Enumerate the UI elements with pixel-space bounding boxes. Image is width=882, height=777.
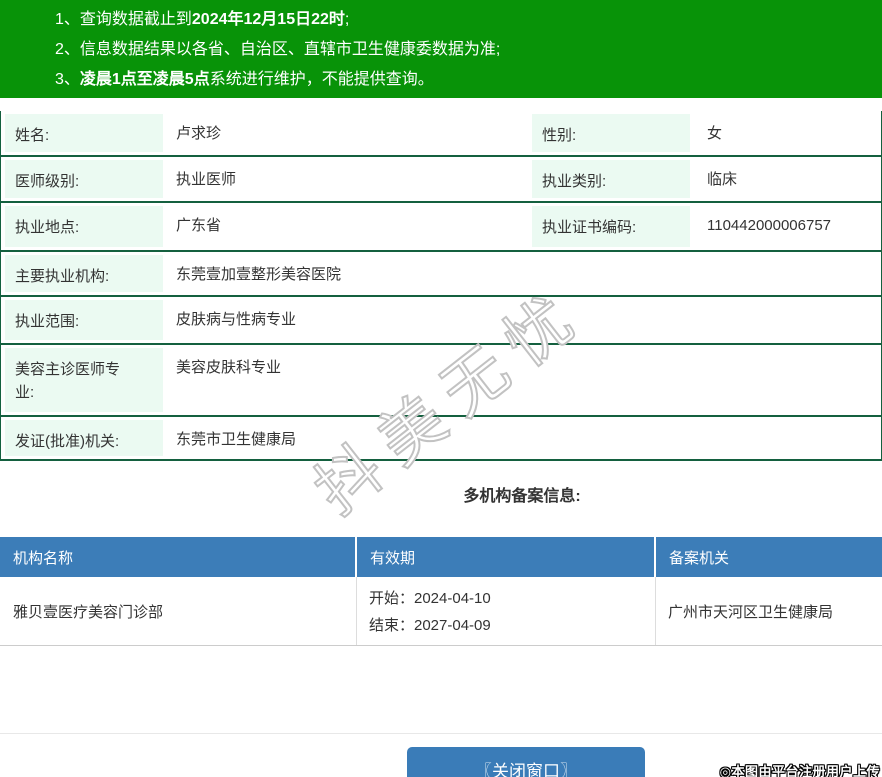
scope-label: 执业范围: [1, 297, 163, 343]
record-authority-header: 备案机关 [669, 549, 730, 567]
multi-org-table: 机构名称 有效期 备案机关 雅贝壹医疗美容门诊部 开始：2024-04-10 结… [0, 537, 882, 646]
notice-2-text: 2、信息数据结果以各省、自治区、直辖市卫生健康委数据为准; [55, 41, 501, 58]
footer-bar: 〖关闭窗口〗 ◎本图由平台注册用户上传 [0, 733, 882, 777]
main-org-label: 主要执业机构: [1, 252, 163, 295]
table-row: 雅贝壹医疗美容门诊部 开始：2024-04-10 结束：2027-04-09 广… [0, 577, 882, 646]
practitioner-info-table: 姓名: 卢求珍 性别: 女 医师级别: 执业医师 执业类别: 临床 执业地点: … [0, 111, 882, 461]
location-label: 执业地点: [1, 203, 163, 250]
table-row: 医师级别: 执业医师 执业类别: 临床 [1, 157, 881, 203]
location-value: 广东省 [176, 217, 222, 234]
org-name-header: 机构名称 [0, 537, 357, 577]
upload-note-watermark: ◎本图由平台注册用户上传 [719, 764, 880, 777]
issuer-value: 东莞市卫生健康局 [176, 431, 297, 448]
table-row: 主要执业机构: 东莞壹加壹整形美容医院 [1, 252, 881, 297]
table-row: 美容主诊医师专业: 美容皮肤科专业 [1, 345, 881, 417]
validity-start: 开始：2024-04-10 [369, 590, 491, 607]
cosmetic-specialty-label: 美容主诊医师专业: [1, 345, 163, 415]
notice-3-bold: 凌晨1点至凌晨5点 [79, 71, 210, 88]
notice-3-num: 3、 [55, 71, 80, 88]
gender-label: 性别: [528, 111, 690, 155]
notice-1-bold: 2024年12月15日22时 [191, 11, 345, 28]
close-window-button[interactable]: 〖关闭窗口〗 [407, 747, 645, 777]
issuer-label: 发证(批准)机关: [1, 417, 163, 459]
notice-3-post: 系统进行维护，不能提供查询。 [209, 71, 434, 88]
validity-end: 结束：2027-04-09 [369, 617, 491, 634]
notice-line-3: 3、凌晨1点至凌晨5点系统进行维护，不能提供查询。 [55, 65, 872, 95]
record-authority-cell: 广州市天河区卫生健康局 [668, 603, 834, 621]
notice-line-2: 2、信息数据结果以各省、自治区、直辖市卫生健康委数据为准; [55, 35, 872, 65]
level-value: 执业医师 [176, 171, 237, 188]
table-row: 执业地点: 广东省 执业证书编码: 110442000006757 [1, 203, 881, 252]
validity-cell: 开始：2024-04-10 结束：2027-04-09 [357, 577, 656, 645]
name-label: 姓名: [1, 111, 163, 155]
cosmetic-specialty-value: 美容皮肤科专业 [176, 359, 282, 376]
category-label: 执业类别: [528, 157, 690, 201]
table-row: 姓名: 卢求珍 性别: 女 [1, 111, 881, 157]
validity-header: 有效期 [357, 537, 656, 577]
scope-value: 皮肤病与性病专业 [176, 311, 297, 328]
cert-no-label: 执业证书编码: [528, 203, 690, 250]
category-value: 临床 [707, 171, 738, 188]
gender-value: 女 [707, 125, 723, 142]
doctor-license-query-page: 1、查询数据截止到2024年12月15日22时; 2、信息数据结果以各省、自治区… [0, 0, 882, 777]
name-value: 卢求珍 [176, 125, 222, 142]
table-row: 发证(批准)机关: 东莞市卫生健康局 [1, 417, 881, 461]
multi-org-section-title: 多机构备案信息: [463, 488, 581, 505]
notice-line-1: 1、查询数据截止到2024年12月15日22时; [55, 5, 872, 35]
org-name-cell: 雅贝壹医疗美容门诊部 [0, 577, 357, 645]
level-label: 医师级别: [1, 157, 163, 201]
table-row: 执业范围: 皮肤病与性病专业 [1, 297, 881, 345]
multi-org-table-header: 机构名称 有效期 备案机关 [0, 537, 882, 577]
notice-1-text: 1、查询数据截止到 [55, 11, 192, 28]
notice-box: 1、查询数据截止到2024年12月15日22时; 2、信息数据结果以各省、自治区… [0, 0, 882, 98]
main-org-value: 东莞壹加壹整形美容医院 [176, 266, 342, 283]
cert-no-value: 110442000006757 [707, 217, 832, 234]
notice-1-post: ; [344, 11, 350, 28]
